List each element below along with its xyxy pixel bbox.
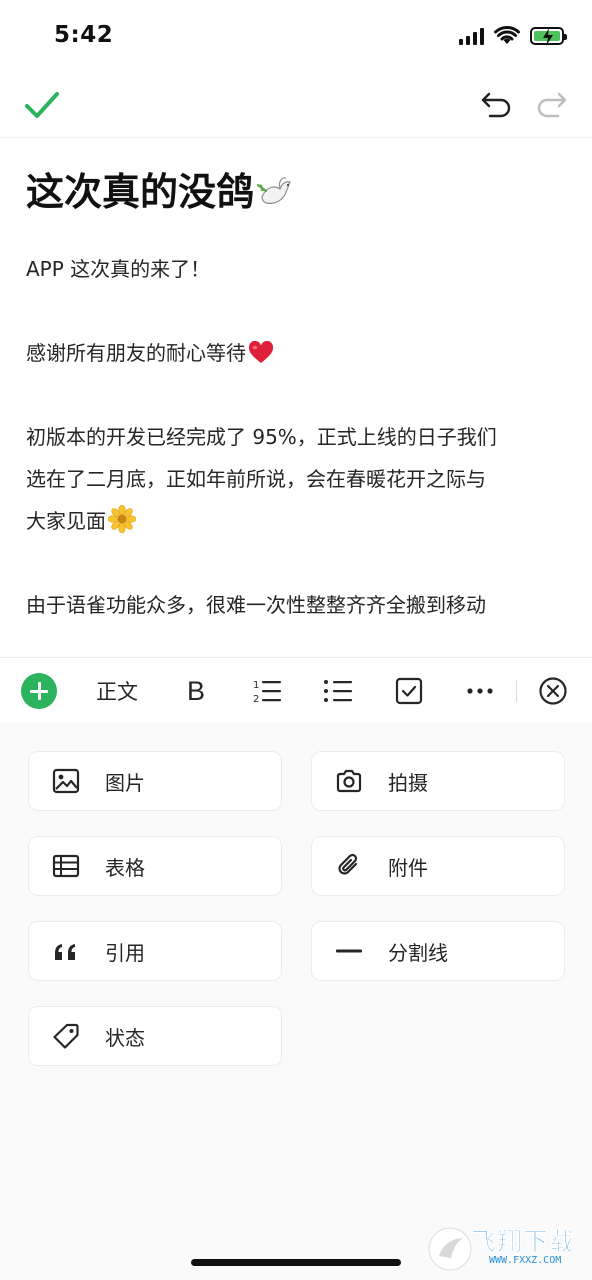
insert-status-label: 状态 [105, 1025, 145, 1050]
insert-divider-button[interactable]: 分割线 [311, 921, 565, 981]
insert-quote-button[interactable]: 引用 [28, 921, 282, 981]
paragraph-line: 选在了二月底，正如年前所说，会在春暖花开之际与 [26, 467, 486, 491]
insert-camera-label: 拍摄 [388, 770, 428, 795]
battery-icon [530, 27, 567, 46]
undo-icon[interactable] [480, 90, 514, 120]
paragraph-line: 初版本的开发已经完成了 95%，正式上线的日子我们 [26, 425, 497, 449]
close-panel-button[interactable] [536, 670, 570, 712]
watermark-url: WWW.FXXZ.COM [489, 1255, 562, 1266]
format-toolbar: 正文 B 1 2 [0, 657, 592, 723]
toolbar-divider [516, 680, 517, 702]
status-bar: 5:42 [0, 0, 592, 76]
site-watermark: 飞翔下载 WWW.FXXZ.COM [425, 1220, 590, 1278]
document-title[interactable]: 这次真的没鸽 [26, 140, 571, 244]
insert-add-button[interactable] [20, 670, 58, 712]
paragraph-line: 大家见面 [26, 500, 571, 542]
paragraph-text: 感谢所有朋友的耐心等待 [26, 341, 246, 365]
insert-attachment-label: 附件 [388, 855, 428, 880]
paragraph: 感谢所有朋友的耐心等待 [26, 332, 571, 374]
wifi-icon [494, 26, 520, 44]
more-dots-icon [467, 688, 493, 694]
insert-image-label: 图片 [105, 770, 145, 795]
insert-divider-label: 分割线 [388, 940, 448, 965]
status-time: 5:42 [54, 22, 114, 48]
insert-table-button[interactable]: 表格 [28, 836, 282, 896]
more-button[interactable] [462, 670, 498, 712]
document-title-text: 这次真的没鸽 [26, 170, 255, 214]
ordered-list-button[interactable]: 1 2 [250, 670, 284, 712]
paragraph: APP 这次真的来了！ [26, 257, 211, 281]
redo-icon[interactable] [534, 90, 568, 120]
insert-panel: 图片 拍摄 表格 附件 引用 分割线 状态 [0, 723, 592, 1280]
table-icon [52, 854, 80, 878]
paragraph-text: 大家见面 [26, 509, 106, 533]
close-circle-icon [539, 677, 567, 705]
bold-button[interactable]: B [180, 670, 212, 712]
paragraph-style-button[interactable]: 正文 [88, 670, 146, 712]
editor-top-bar [0, 76, 592, 138]
dove-emoji-icon [257, 176, 291, 204]
home-indicator[interactable] [191, 1259, 401, 1266]
insert-quote-label: 引用 [105, 940, 145, 965]
paragraph-line: 由于语雀功能众多，很难一次性整整齐齐全搬到移动 [26, 593, 486, 617]
watermark-text: 飞翔下载 [471, 1227, 576, 1257]
camera-icon [336, 769, 362, 793]
insert-attachment-button[interactable]: 附件 [311, 836, 565, 896]
paperclip-icon [338, 853, 358, 875]
done-check-icon[interactable] [22, 88, 62, 124]
flower-emoji-icon [108, 505, 136, 533]
bullet-list-icon [324, 680, 352, 702]
insert-table-label: 表格 [105, 855, 145, 880]
svg-text:2: 2 [253, 694, 259, 705]
ordered-list-icon: 1 2 [253, 680, 281, 705]
tag-icon [53, 1023, 79, 1049]
heart-emoji-icon [248, 341, 274, 363]
insert-image-button[interactable]: 图片 [28, 751, 282, 811]
svg-text:1: 1 [253, 680, 259, 691]
insert-status-button[interactable]: 状态 [28, 1006, 282, 1066]
quote-icon [55, 944, 75, 960]
task-list-button[interactable] [392, 670, 426, 712]
status-icons [459, 26, 567, 46]
plus-icon [21, 673, 57, 709]
document-editor[interactable]: 这次真的没鸽 APP 这次真的来了！ 感谢所有朋友的耐心等待 初版本的开发已经完… [26, 140, 571, 626]
signal-icon [459, 27, 484, 45]
insert-camera-button[interactable]: 拍摄 [311, 751, 565, 811]
watermark-logo-icon [428, 1227, 472, 1271]
horizontal-rule-icon [336, 949, 362, 953]
checkbox-icon [395, 677, 423, 705]
bullet-list-button[interactable] [321, 670, 355, 712]
image-icon [52, 768, 80, 794]
